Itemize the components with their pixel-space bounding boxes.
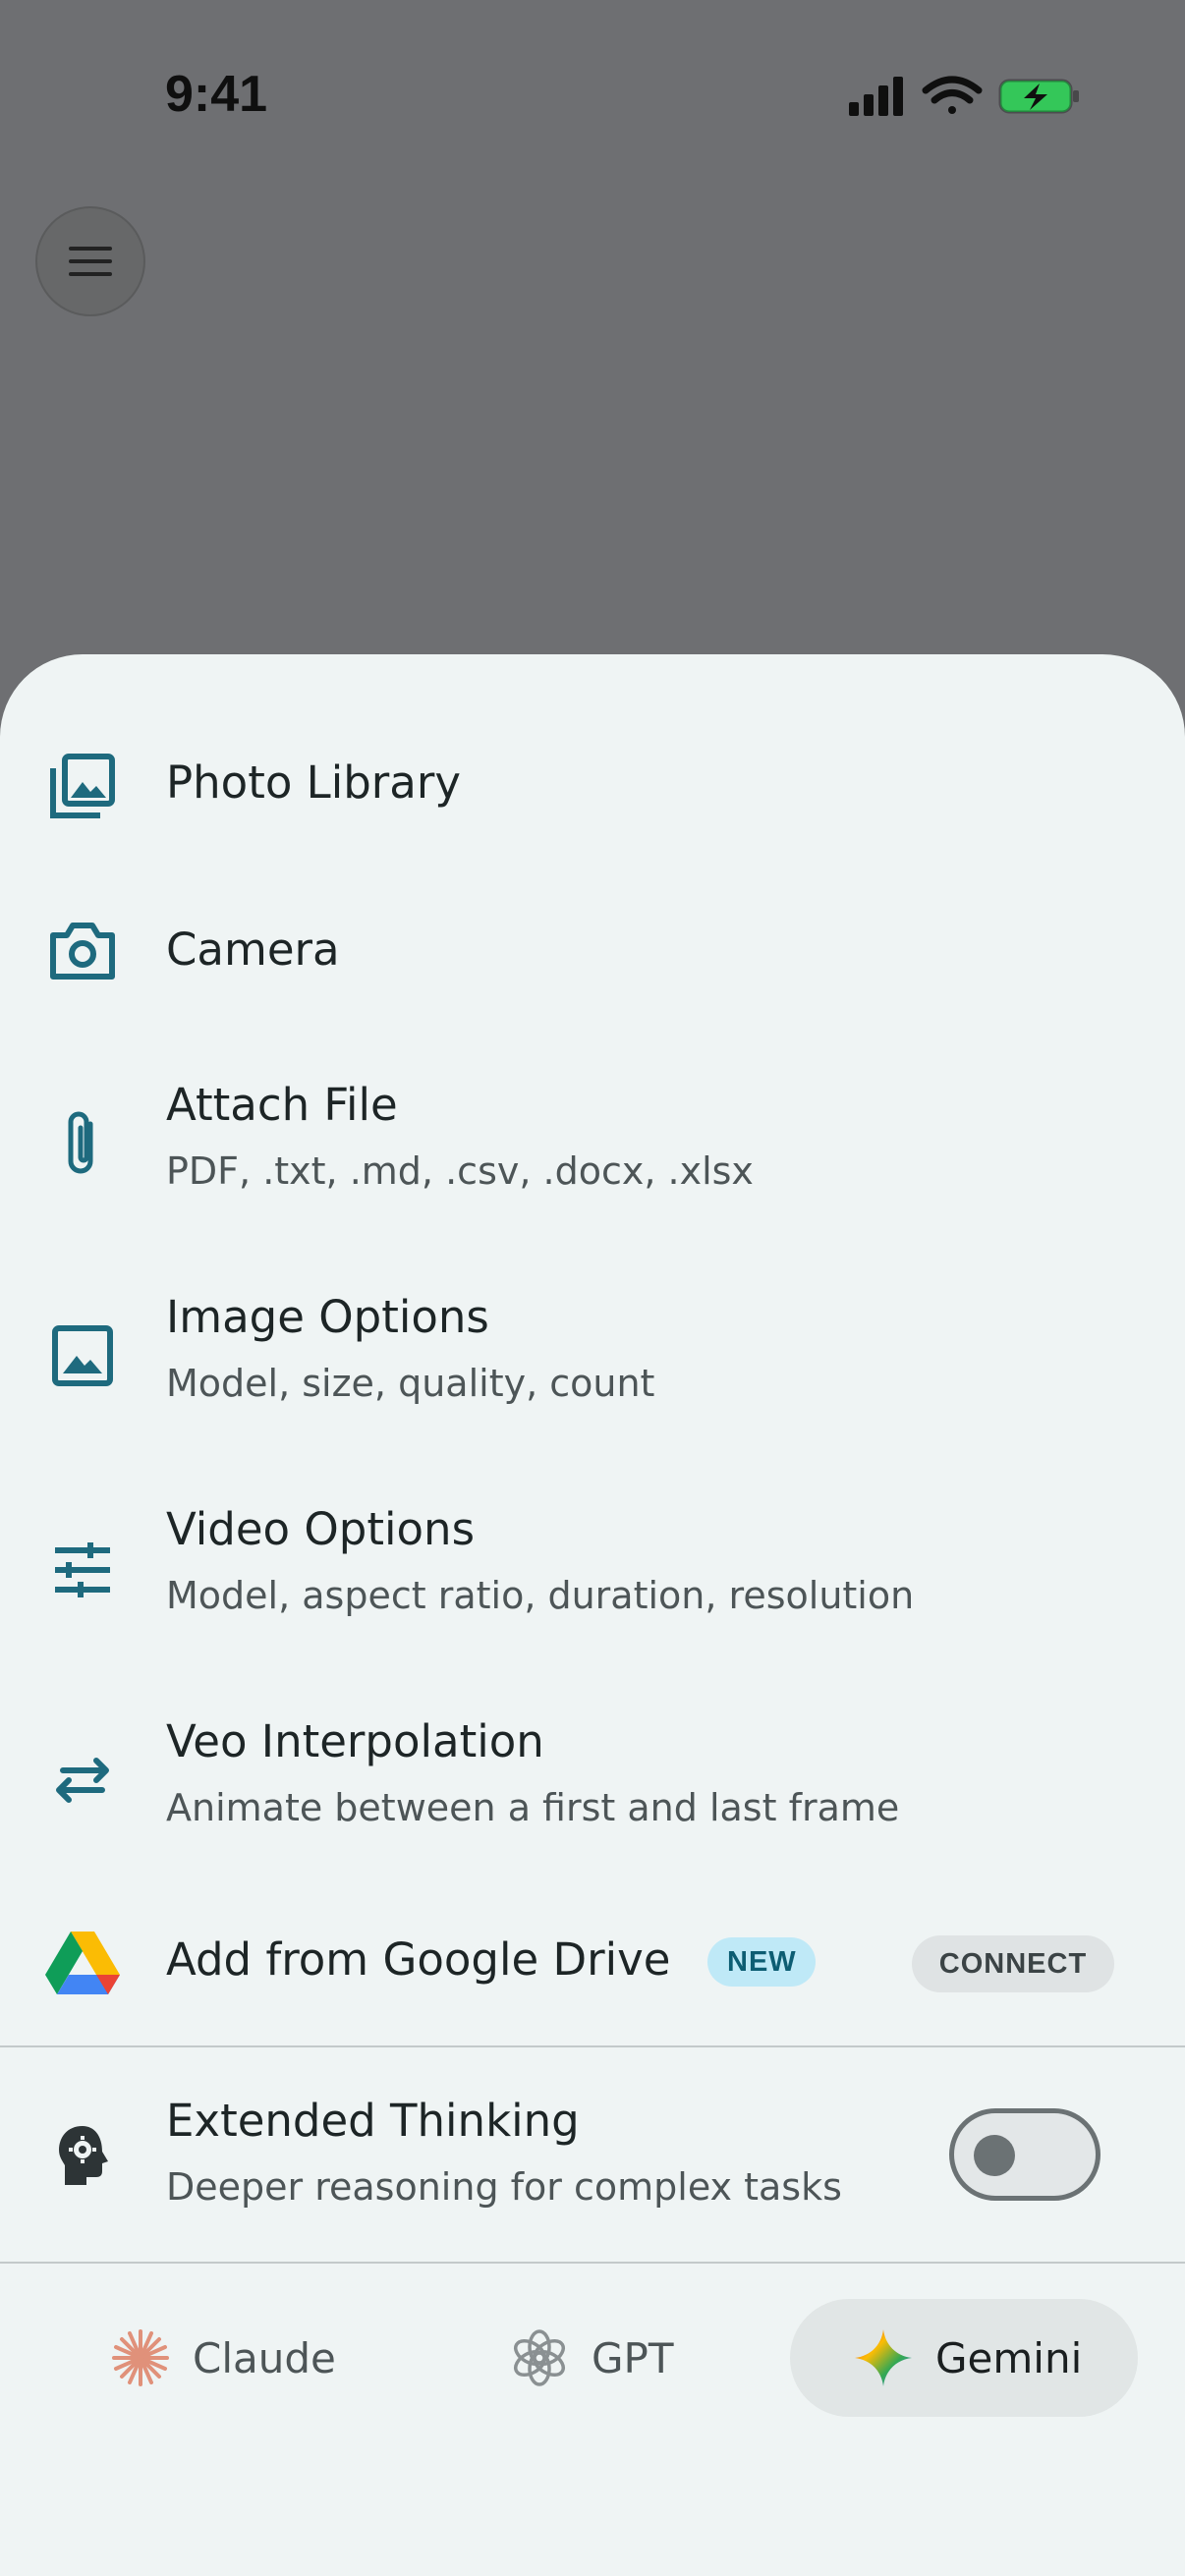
model-label-gpt: GPT	[592, 2333, 674, 2382]
status-icons	[847, 75, 1083, 122]
veo-interpolation-item[interactable]: Veo Interpolation Animate between a firs…	[0, 1706, 1185, 1863]
model-tab-gemini[interactable]: Gemini	[790, 2299, 1138, 2417]
google-drive-title: Add from Google Drive	[166, 1933, 671, 1986]
attach-file-title: Attach File	[166, 1079, 398, 1131]
model-label-gemini: Gemini	[935, 2333, 1083, 2382]
attach-file-item[interactable]: Attach File PDF, .txt, .md, .csv, .docx,…	[0, 1069, 1185, 1226]
image-options-title: Image Options	[166, 1291, 489, 1343]
swap-arrows-icon	[56, 1758, 109, 1803]
openai-knot-icon	[513, 2329, 566, 2386]
model-tab-gpt[interactable]: GPT	[509, 2299, 674, 2417]
image-options-item[interactable]: Image Options Model, size, quality, coun…	[0, 1281, 1185, 1438]
camera-title: Camera	[166, 924, 340, 976]
status-time: 9:41	[165, 66, 268, 123]
wifi-icon	[922, 76, 983, 114]
toggle-knob	[974, 2135, 1015, 2176]
divider	[0, 2045, 1185, 2047]
gemini-sparkle-icon	[855, 2329, 912, 2386]
status-bar: 9:41	[0, 0, 1185, 196]
attach-file-subtitle: PDF, .txt, .md, .csv, .docx, .xlsx	[166, 1149, 754, 1193]
connect-button[interactable]: CONNECT	[912, 1935, 1114, 1992]
model-selector: Claude GPT Gemini	[0, 2299, 1185, 2417]
divider	[0, 2262, 1185, 2264]
tune-sliders-icon	[55, 1542, 110, 1597]
camera-icon	[50, 923, 115, 980]
video-options-title: Video Options	[166, 1503, 476, 1555]
extended-thinking-subtitle: Deeper reasoning for complex tasks	[166, 2165, 842, 2209]
veo-interpolation-title: Veo Interpolation	[166, 1715, 544, 1767]
google-drive-icon	[45, 1932, 120, 1994]
extended-thinking-title: Extended Thinking	[166, 2095, 580, 2147]
video-options-item[interactable]: Video Options Model, aspect ratio, durat…	[0, 1493, 1185, 1651]
camera-item[interactable]: Camera	[0, 892, 1185, 1010]
menu-button[interactable]	[35, 206, 145, 316]
extended-thinking-toggle[interactable]	[949, 2108, 1100, 2201]
brain-gear-icon	[59, 2126, 108, 2185]
video-options-subtitle: Model, aspect ratio, duration, resolutio…	[166, 1574, 915, 1617]
model-tab-claude[interactable]: Claude	[110, 2299, 336, 2417]
paperclip-icon	[68, 1111, 93, 1174]
image-options-subtitle: Model, size, quality, count	[166, 1362, 655, 1405]
image-icon	[52, 1325, 113, 1386]
veo-interpolation-subtitle: Animate between a first and last frame	[166, 1786, 900, 1829]
photo-library-icon	[50, 754, 115, 818]
hamburger-menu-icon	[69, 247, 112, 276]
battery-charging-icon	[998, 79, 1079, 114]
photo-library-item[interactable]: Photo Library	[0, 727, 1185, 845]
photo-library-title: Photo Library	[166, 756, 462, 809]
cellular-signal-icon	[849, 77, 903, 116]
model-label-claude: Claude	[193, 2333, 336, 2382]
claude-starburst-icon	[112, 2329, 169, 2386]
new-badge: NEW	[707, 1937, 816, 1987]
